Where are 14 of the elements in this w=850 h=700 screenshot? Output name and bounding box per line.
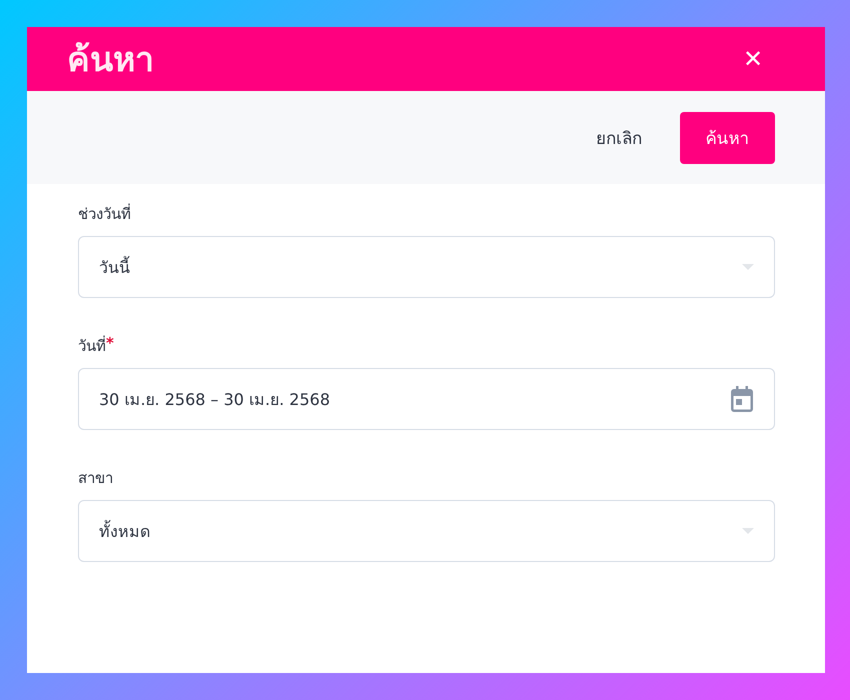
required-mark: *	[106, 334, 114, 354]
field-label: สาขา	[78, 468, 113, 489]
search-button[interactable]: ค้นหา	[680, 112, 775, 164]
field-label: ช่วงวันที่	[78, 202, 131, 225]
calendar-icon	[730, 386, 754, 412]
select-field[interactable]: ทั้งหมด	[78, 500, 775, 562]
cancel-button[interactable]: ยกเลิก	[592, 116, 646, 159]
caret-icon	[742, 528, 754, 534]
field-label: วันที่	[78, 334, 106, 357]
date-range-field[interactable]: 30 เม.ย. 2568 – 30 เม.ย. 2568	[78, 368, 775, 430]
caret-icon	[742, 264, 754, 270]
select-field[interactable]: วันนี้	[78, 236, 775, 298]
close-button[interactable]: ✕	[743, 44, 763, 74]
dialog-title: ค้นหา	[67, 39, 154, 82]
